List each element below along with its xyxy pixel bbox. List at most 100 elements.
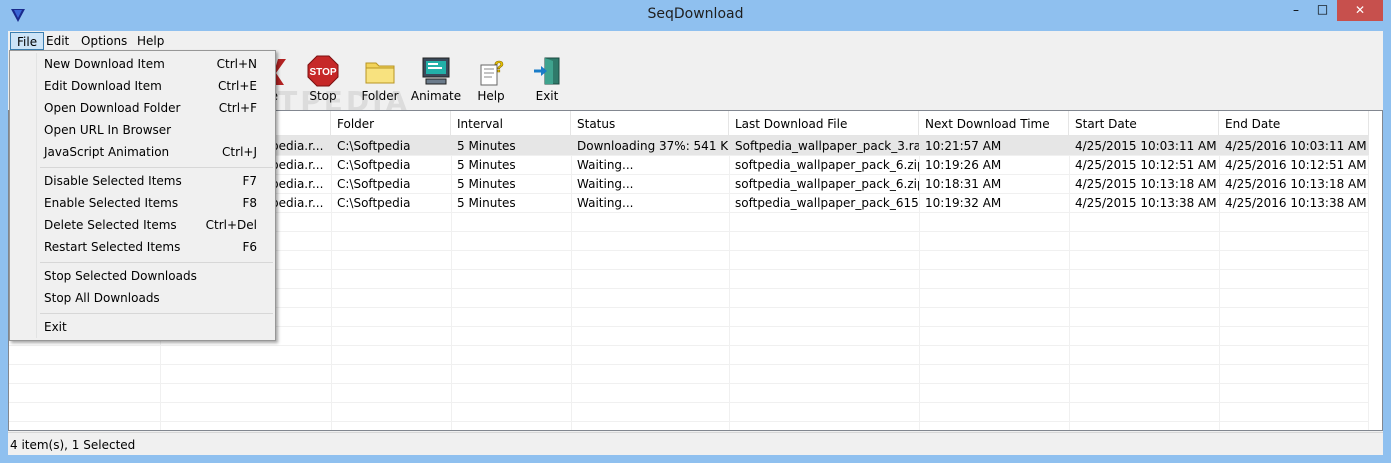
table-cell: softpedia_wallpaper_pack_6.zip [735,177,919,191]
menu-item-label: Disable Selected Items [44,174,182,188]
close-button[interactable]: ✕ [1337,0,1383,21]
table-cell: C:\Softpedia [337,177,411,191]
menu-options[interactable]: Options [75,32,133,50]
grid-line [9,402,1369,403]
client-area: File Edit Options Help te STOP Stop [8,31,1383,455]
menu-item-label: Stop All Downloads [44,291,160,305]
menu-item-shortcut: Ctrl+N [216,57,257,71]
menu-item-label: Open URL In Browser [44,123,172,137]
menu-item-open-url-in-browser[interactable]: Open URL In Browser [12,119,273,141]
table-cell: 10:18:31 AM [925,177,1002,191]
menu-item-disable-selected-items[interactable]: Disable Selected Items F7 [12,170,273,192]
menu-item-shortcut: Ctrl+F [218,101,257,115]
stop-sign-text: STOP [309,67,336,78]
grid-line [9,383,1369,384]
column-header-status[interactable]: Status [571,111,729,136]
table-cell: 5 Minutes [457,139,516,153]
animate-label: Animate [410,89,462,103]
maximize-icon: □ [1316,2,1329,16]
table-cell: 5 Minutes [457,196,516,210]
menu-item-label: Enable Selected Items [44,196,179,210]
help-label: Help [477,89,505,103]
minimize-icon: – [1293,3,1299,17]
table-cell: 4/25/2016 10:13:38 AM [1225,196,1367,210]
table-cell: Waiting... [577,158,634,172]
menu-item-shortcut: F8 [242,196,257,210]
exit-button[interactable]: Exit [520,55,574,107]
table-cell: softpedia_wallpaper_pack_6.zip [735,158,919,172]
menu-help[interactable]: Help [131,32,170,50]
status-text: 4 item(s), 1 Selected [10,438,136,452]
app-window: SeqDownload – □ ✕ File Edit Options Help… [0,0,1391,463]
grid-line [9,345,1369,346]
column-header-folder[interactable]: Folder [331,111,451,136]
menu-item-shortcut: Ctrl+E [218,79,257,93]
help-button[interactable]: ? Help [464,55,518,107]
table-cell: C:\Softpedia [337,158,411,172]
column-header-interval[interactable]: Interval [451,111,571,136]
table-cell: 4/25/2016 10:03:11 AM [1225,139,1367,153]
menu-file[interactable]: File [10,32,45,50]
menu-item-label: Exit [44,320,67,334]
file-menu-dropdown: New Download Item Ctrl+N Edit Download I… [9,50,276,341]
table-cell: 5 Minutes [457,177,516,191]
menu-item-shortcut: Ctrl+Del [205,218,257,232]
table-cell: 10:21:57 AM [925,139,1002,153]
status-bar: 4 item(s), 1 Selected [8,432,1383,455]
exit-door-icon [534,57,560,85]
exit-label: Exit [535,89,559,103]
window-title: SeqDownload [647,6,744,22]
monitor-icon [422,57,450,85]
menu-item-shortcut: F6 [242,240,257,254]
menu-item-label: New Download Item [44,57,165,71]
table-cell: 4/25/2016 10:12:51 AM [1225,158,1367,172]
menu-item-label: JavaScript Animation [44,145,170,159]
menu-item-label: Edit Download Item [44,79,162,93]
stop-sign-icon: STOP [307,55,339,87]
table-cell: 4/25/2015 10:12:51 AM [1075,158,1217,172]
menu-item-stop-selected-downloads[interactable]: Stop Selected Downloads [12,265,273,287]
svg-text:?: ? [494,59,504,76]
table-cell: C:\Softpedia [337,196,411,210]
animate-button[interactable]: Animate [409,55,463,107]
menu-item-label: Restart Selected Items [44,240,181,254]
menu-item-new-download-item[interactable]: New Download Item Ctrl+N [12,53,273,75]
title-bar[interactable]: SeqDownload – □ ✕ [0,0,1391,31]
help-icon: ? [480,59,504,86]
menu-item-javascript-animation[interactable]: JavaScript Animation Ctrl+J [12,141,273,163]
minimize-button[interactable]: – [1283,0,1309,21]
menu-separator [40,313,273,314]
table-cell: Softpedia_wallpaper_pack_3.rar [735,139,919,153]
column-header-last-download-file[interactable]: Last Download File [729,111,919,136]
menu-item-shortcut: F7 [242,174,257,188]
table-cell: 4/25/2015 10:13:18 AM [1075,177,1217,191]
menu-item-exit[interactable]: Exit [12,316,273,338]
close-icon: ✕ [1354,3,1366,17]
column-header-next-download-time[interactable]: Next Download Time [919,111,1069,136]
menu-separator [40,167,273,168]
table-cell: C:\Softpedia [337,139,411,153]
menu-edit[interactable]: Edit [40,32,75,50]
menu-item-open-download-folder[interactable]: Open Download Folder Ctrl+F [12,97,273,119]
table-cell: 5 Minutes [457,158,516,172]
menu-item-edit-download-item[interactable]: Edit Download Item Ctrl+E [12,75,273,97]
menu-item-restart-selected-items[interactable]: Restart Selected Items F6 [12,236,273,258]
table-cell: 10:19:26 AM [925,158,1002,172]
table-cell: softpedia_wallpaper_pack_6150... [735,196,919,210]
menu-item-enable-selected-items[interactable]: Enable Selected Items F8 [12,192,273,214]
menu-item-delete-selected-items[interactable]: Delete Selected Items Ctrl+Del [12,214,273,236]
column-header-end-date[interactable]: End Date [1219,111,1369,136]
menu-separator [40,262,273,263]
folder-icon [365,62,395,84]
column-header-start-date[interactable]: Start Date [1069,111,1219,136]
menu-bar: File Edit Options Help [8,31,1383,50]
menu-item-label: Delete Selected Items [44,218,177,232]
table-cell: 10:19:32 AM [925,196,1002,210]
menu-item-label: Stop Selected Downloads [44,269,197,283]
menu-item-label: Open Download Folder [44,101,181,115]
menu-item-shortcut: Ctrl+J [222,145,257,159]
menu-item-stop-all-downloads[interactable]: Stop All Downloads [12,287,273,309]
grid-line [9,421,1369,422]
table-cell: 4/25/2015 10:03:11 AM [1075,139,1217,153]
maximize-button[interactable]: □ [1309,0,1336,21]
